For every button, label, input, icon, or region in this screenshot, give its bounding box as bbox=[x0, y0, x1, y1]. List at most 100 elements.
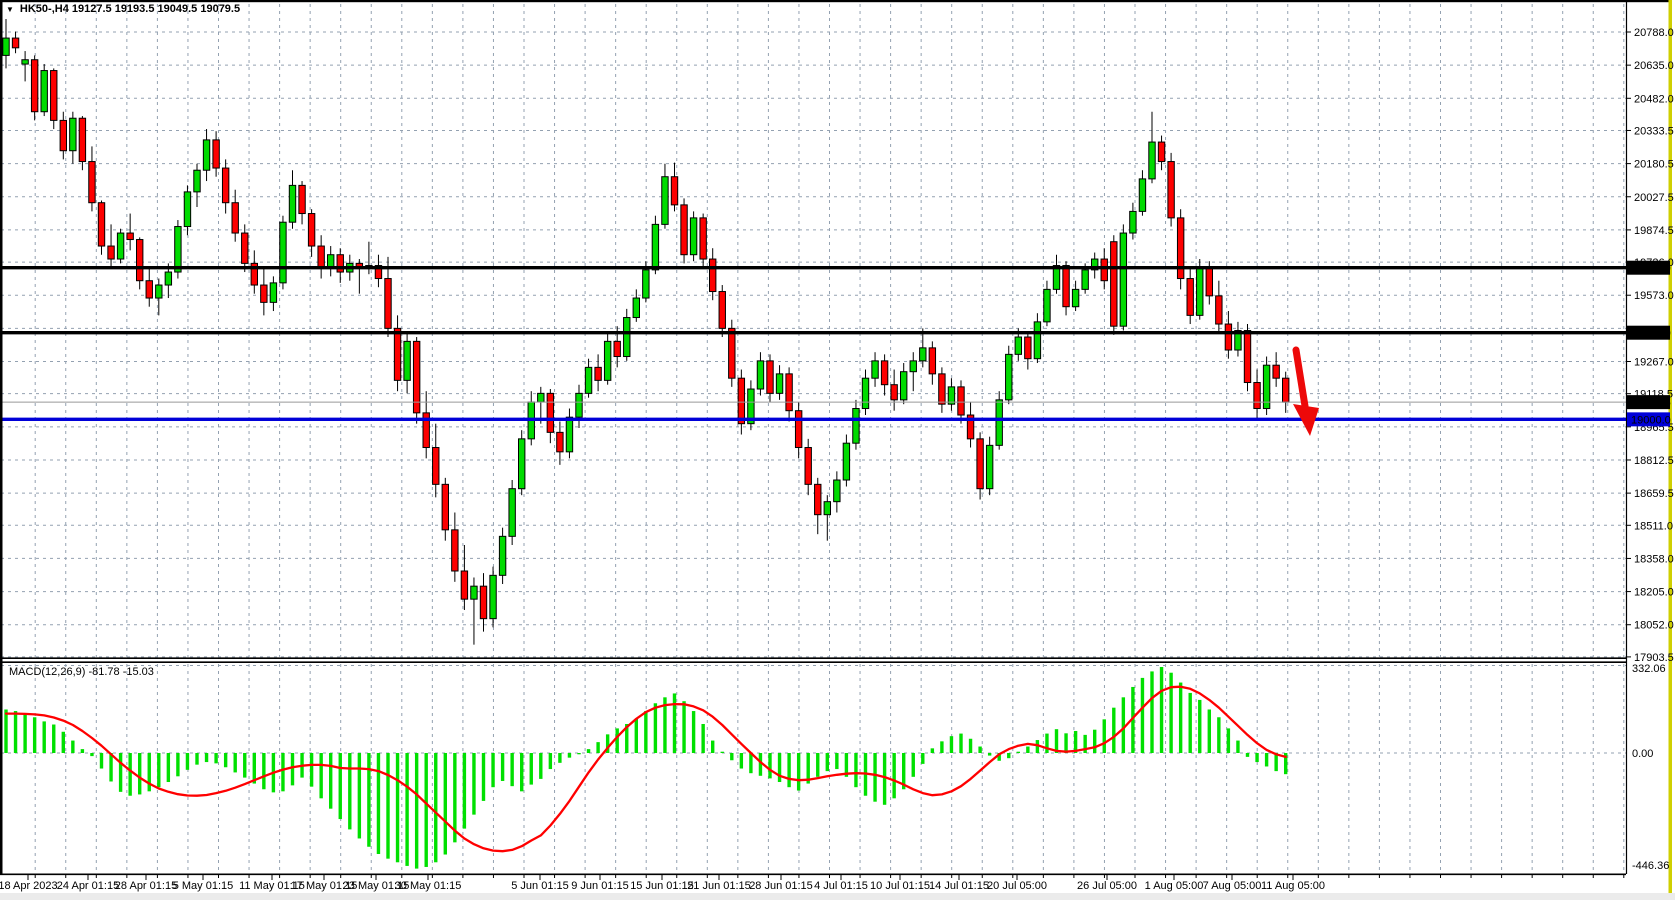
macd-bar bbox=[1103, 719, 1106, 753]
candle-bearish bbox=[767, 361, 773, 393]
candle-bullish bbox=[1082, 270, 1088, 289]
symbol-dropdown-icon[interactable]: ▼ bbox=[6, 4, 14, 15]
macd-bar bbox=[23, 714, 26, 753]
macd-bar bbox=[1064, 733, 1067, 753]
candle-bearish bbox=[1177, 218, 1183, 279]
time-axis-label: 20 Jul 05:00 bbox=[987, 880, 1047, 892]
macd-axis-min: -446.36 bbox=[1632, 860, 1669, 872]
macd-bar bbox=[243, 753, 246, 778]
macd-bar bbox=[892, 753, 895, 798]
candle-bullish bbox=[1015, 337, 1021, 354]
candle-bearish bbox=[738, 378, 744, 423]
macd-bar bbox=[1265, 753, 1268, 766]
candle-bullish bbox=[824, 502, 830, 515]
time-axis-label: 26 Jul 05:00 bbox=[1077, 880, 1137, 892]
candle-bearish bbox=[1216, 296, 1222, 324]
macd-bar bbox=[377, 753, 380, 854]
macd-bar bbox=[616, 728, 619, 753]
price-axis-label: 19573.0 bbox=[1634, 290, 1674, 302]
macd-bar bbox=[310, 753, 313, 787]
macd-bar bbox=[62, 732, 65, 753]
macd-bar bbox=[71, 741, 74, 753]
macd-bar bbox=[1227, 728, 1230, 753]
candle-bearish bbox=[958, 387, 964, 415]
candle-bullish bbox=[22, 60, 28, 64]
candle-bearish bbox=[308, 214, 314, 246]
macd-bar bbox=[1217, 717, 1220, 753]
candle-bullish bbox=[1149, 142, 1155, 179]
candle-bearish bbox=[394, 328, 400, 380]
macd-bar bbox=[711, 741, 714, 753]
symbol-ohlc-label: HK50-,H4 19127.5 19193.5 19049.5 19079.5 bbox=[20, 3, 240, 15]
macd-bar bbox=[692, 711, 695, 753]
macd-bar bbox=[425, 753, 428, 867]
candle-bearish bbox=[1101, 259, 1107, 281]
candle-bullish bbox=[1120, 233, 1126, 326]
macd-bar bbox=[1007, 753, 1010, 758]
candle-bearish bbox=[51, 71, 57, 121]
candle-bullish bbox=[41, 71, 47, 112]
macd-bar bbox=[339, 753, 342, 819]
macd-bar bbox=[558, 753, 561, 763]
macd-bar bbox=[396, 753, 399, 862]
macd-bar bbox=[205, 753, 208, 762]
candle-bullish bbox=[471, 586, 477, 599]
macd-indicator-label: MACD(12,26,9) -81.78 -15.03 bbox=[9, 666, 154, 678]
macd-bar bbox=[319, 753, 322, 798]
macd-bar bbox=[444, 753, 447, 855]
macd-bar bbox=[482, 753, 485, 801]
macd-bar bbox=[549, 753, 552, 769]
candle-bearish bbox=[299, 185, 305, 213]
macd-bar bbox=[644, 711, 647, 753]
macd-bar bbox=[520, 753, 523, 791]
macd-bar bbox=[701, 724, 704, 753]
candle-bullish bbox=[862, 378, 868, 408]
macd-bar bbox=[883, 753, 886, 805]
macd-bar bbox=[434, 753, 437, 862]
candle-bullish bbox=[1139, 179, 1145, 211]
macd-bar bbox=[1179, 683, 1182, 753]
macd-bar bbox=[157, 753, 160, 787]
macd-bar bbox=[33, 717, 36, 753]
macd-bar bbox=[358, 753, 361, 838]
price-axis-label: 20027.5 bbox=[1634, 192, 1674, 204]
price-axis-label: 20180.5 bbox=[1634, 159, 1674, 171]
candle-bullish bbox=[1044, 289, 1050, 321]
candle-bearish bbox=[1111, 242, 1117, 326]
candle-bullish bbox=[633, 298, 639, 317]
candle-bullish bbox=[490, 575, 496, 618]
macd-bar bbox=[1246, 753, 1249, 757]
time-axis-label: 28 Apr 01:15 bbox=[115, 880, 177, 892]
candle-bearish bbox=[1283, 378, 1289, 402]
candle-bullish bbox=[194, 170, 200, 192]
price-axis-label: 18812.5 bbox=[1634, 455, 1674, 467]
price-badge-label: 19700.0 bbox=[1631, 263, 1671, 275]
chart-canvas[interactable]: 20788.020635.020482.020333.520180.520027… bbox=[0, 0, 1675, 900]
macd-bar bbox=[262, 753, 265, 789]
candle-bearish bbox=[213, 140, 219, 168]
time-axis-label: 10 Jul 01:15 bbox=[870, 880, 930, 892]
macd-bar bbox=[195, 753, 198, 765]
candle-bearish bbox=[337, 255, 343, 272]
candle-bullish bbox=[604, 341, 610, 380]
candle-bearish bbox=[1168, 162, 1174, 218]
macd-bar bbox=[816, 753, 819, 777]
time-axis-label: 7 Aug 05:00 bbox=[1203, 880, 1262, 892]
candle-bearish bbox=[681, 205, 687, 255]
macd-bar bbox=[912, 753, 915, 777]
macd-bar bbox=[826, 753, 829, 771]
candle-bearish bbox=[1206, 268, 1212, 296]
candle-bullish bbox=[538, 393, 544, 402]
macd-bar bbox=[1112, 708, 1115, 753]
price-axis-label: 19874.5 bbox=[1634, 225, 1674, 237]
candle-bullish bbox=[757, 361, 763, 389]
time-axis-label: 18 Apr 2023 bbox=[0, 880, 58, 892]
macd-bar bbox=[768, 753, 771, 778]
candle-bearish bbox=[89, 162, 95, 203]
price-axis-label: 18052.0 bbox=[1634, 620, 1674, 632]
candle-bullish bbox=[156, 285, 162, 298]
time-axis-label: 15 Jun 01:15 bbox=[630, 880, 694, 892]
macd-bar bbox=[52, 725, 55, 753]
candle-bearish bbox=[1063, 266, 1069, 307]
macd-bar bbox=[167, 753, 170, 782]
